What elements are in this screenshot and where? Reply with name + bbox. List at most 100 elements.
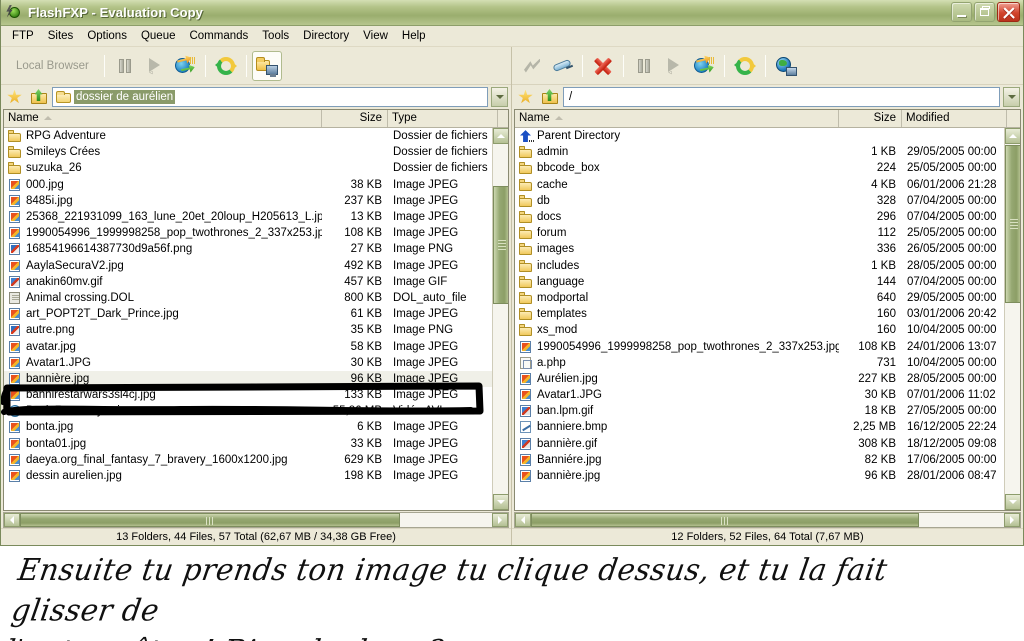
table-row[interactable]: 1990054996_1999998258_pop_twothrones_2_3… bbox=[4, 225, 508, 241]
local-horizontal-scrollbar[interactable] bbox=[3, 512, 509, 528]
close-button[interactable] bbox=[997, 2, 1020, 22]
scroll-down-button[interactable] bbox=[1005, 494, 1020, 510]
local-bookmark-button[interactable] bbox=[4, 87, 25, 107]
table-row[interactable]: images 336 26/05/2005 00:00 bbox=[515, 241, 1020, 257]
scroll-up-button[interactable] bbox=[1005, 128, 1020, 144]
table-row[interactable]: Parent Directory bbox=[515, 128, 1020, 144]
menu-help[interactable]: Help bbox=[395, 27, 433, 45]
table-row[interactable]: 000.jpg 38 KB Image JPEG bbox=[4, 177, 508, 193]
remote-transfer-button[interactable] bbox=[689, 51, 719, 81]
menu-view[interactable]: View bbox=[356, 27, 395, 45]
table-row[interactable]: 1990054996_1999998258_pop_twothrones_2_3… bbox=[515, 338, 1020, 354]
column-header-modified[interactable]: Modified bbox=[902, 110, 1007, 127]
scroll-thumb[interactable] bbox=[493, 186, 508, 304]
remote-connect-button[interactable] bbox=[517, 51, 547, 81]
scroll-down-button[interactable] bbox=[493, 494, 508, 510]
hscroll-thumb[interactable] bbox=[531, 513, 919, 527]
table-row[interactable]: templates 160 03/01/2006 20:42 bbox=[515, 306, 1020, 322]
remote-pause-button[interactable] bbox=[629, 51, 659, 81]
remote-resume-button[interactable]: ⏿ bbox=[659, 51, 689, 81]
table-row[interactable]: Banniére.jpg 82 KB 17/06/2005 00:00 bbox=[515, 452, 1020, 468]
table-row[interactable]: art_POPT2T_Dark_Prince.jpg 61 KB Image JPE… bbox=[4, 306, 508, 322]
menu-queue[interactable]: Queue bbox=[134, 27, 183, 45]
table-row[interactable]: RPG Adventure Dossier de fichiers bbox=[4, 128, 508, 144]
maximize-button[interactable] bbox=[974, 2, 995, 22]
hscroll-track[interactable] bbox=[20, 513, 492, 527]
local-pause-button[interactable] bbox=[110, 51, 140, 81]
local-file-list[interactable]: Name Size Type RPG Adventure Dossier de f… bbox=[3, 109, 509, 511]
title-bar[interactable]: FlashFXP - Evaluation Copy bbox=[1, 0, 1023, 26]
scroll-thumb[interactable] bbox=[1005, 145, 1020, 303]
table-row[interactable]: xs_mod 160 10/04/2005 00:00 bbox=[515, 322, 1020, 338]
menu-commands[interactable]: Commands bbox=[182, 27, 255, 45]
table-row[interactable]: Avatar1.JPG 30 KB 07/01/2006 11:02 bbox=[515, 387, 1020, 403]
local-browser-button[interactable] bbox=[251, 50, 282, 81]
table-row[interactable]: bannière.jpg 96 KB 28/01/2006 08:47 bbox=[515, 468, 1020, 484]
hscroll-thumb[interactable] bbox=[20, 513, 400, 527]
menu-sites[interactable]: Sites bbox=[41, 27, 81, 45]
table-row[interactable]: bonta.jpg 6 KB Image JPEG bbox=[4, 419, 508, 435]
local-refresh-button[interactable] bbox=[211, 51, 241, 81]
scroll-right-button[interactable] bbox=[1004, 513, 1020, 527]
local-resume-button[interactable]: ⏿ bbox=[140, 51, 170, 81]
table-row[interactable]: Smileys Crées Dossier de fichiers bbox=[4, 144, 508, 160]
hscroll-track[interactable] bbox=[531, 513, 1004, 527]
table-row[interactable]: dessin aurelien.jpg 198 KB Image JPEG bbox=[4, 468, 508, 484]
remote-browser-button[interactable] bbox=[771, 51, 801, 81]
minimize-button[interactable] bbox=[951, 2, 972, 22]
table-row[interactable]: anakin60mv.gif 457 KB Image GIF bbox=[4, 274, 508, 290]
table-row[interactable]: 25368_221931099_163_lune_20et_20loup_H20… bbox=[4, 209, 508, 225]
table-row[interactable]: bannière.jpg 96 KB Image JPEG bbox=[4, 370, 508, 387]
menu-ftp[interactable]: FTP bbox=[5, 27, 41, 45]
table-row[interactable]: suzuka_26 Dossier de fichiers bbox=[4, 160, 508, 176]
column-header-size[interactable]: Size bbox=[839, 110, 902, 127]
table-row[interactable]: modportal 640 29/05/2005 00:00 bbox=[515, 290, 1020, 306]
table-row[interactable]: docs 296 07/04/2005 00:00 bbox=[515, 209, 1020, 225]
remote-abort-button[interactable] bbox=[588, 51, 618, 81]
table-row[interactable]: admin 1 KB 29/05/2005 00:00 bbox=[515, 144, 1020, 160]
remote-horizontal-scrollbar[interactable] bbox=[514, 512, 1021, 528]
scroll-left-button[interactable] bbox=[4, 513, 20, 527]
table-row[interactable]: Animal crossing.DOL 800 KB DOL_auto_file bbox=[4, 290, 508, 306]
table-row[interactable]: bannirestarwars3sl4cj.jpg 133 KB Image JPE… bbox=[4, 387, 508, 403]
table-row[interactable]: avatar.jpg 58 KB Image JPEG bbox=[4, 338, 508, 354]
scroll-left-button[interactable] bbox=[515, 513, 531, 527]
local-up-button[interactable] bbox=[28, 87, 49, 107]
table-row[interactable]: ban.lpm.gif 18 KB 27/05/2005 00:00 bbox=[515, 403, 1020, 419]
table-row[interactable]: forum 112 25/05/2005 00:00 bbox=[515, 225, 1020, 241]
table-row[interactable]: cache 4 KB 06/01/2006 21:28 bbox=[515, 177, 1020, 193]
remote-refresh-button[interactable] bbox=[730, 51, 760, 81]
column-header-size[interactable]: Size bbox=[322, 110, 388, 127]
menu-directory[interactable]: Directory bbox=[296, 27, 356, 45]
remote-vertical-scrollbar[interactable] bbox=[1004, 128, 1020, 510]
local-path-input[interactable]: dossier de aurélien bbox=[52, 87, 488, 107]
remote-disconnect-button[interactable] bbox=[547, 51, 577, 81]
table-row[interactable]: 16854196614387730d9a56f.png 27 KB Image PN… bbox=[4, 241, 508, 257]
remote-path-input[interactable]: / bbox=[563, 87, 1000, 107]
table-row[interactable]: bannière.gif 308 KB 18/12/2005 09:08 bbox=[515, 436, 1020, 452]
table-row[interactable]: Beck Runaway.avi 55,86 MB Vidéo AVI bbox=[4, 403, 508, 419]
remote-bookmark-button[interactable] bbox=[515, 87, 536, 107]
table-row[interactable]: Aurélien.jpg 227 KB 28/05/2005 00:00 bbox=[515, 371, 1020, 387]
column-header-name[interactable]: Name bbox=[4, 110, 322, 127]
table-row[interactable]: includes 1 KB 28/05/2005 00:00 bbox=[515, 258, 1020, 274]
table-row[interactable]: db 328 07/04/2005 00:00 bbox=[515, 193, 1020, 209]
table-row[interactable]: language 144 07/04/2005 00:00 bbox=[515, 274, 1020, 290]
table-row[interactable]: AaylaSecuraV2.jpg 492 KB Image JPEG bbox=[4, 258, 508, 274]
menu-options[interactable]: Options bbox=[80, 27, 134, 45]
scroll-right-button[interactable] bbox=[492, 513, 508, 527]
table-row[interactable]: autre.png 35 KB Image PNG bbox=[4, 322, 508, 338]
local-path-dropdown[interactable] bbox=[491, 87, 508, 107]
table-row[interactable]: daeya.org_final_fantasy_7_bravery_1600x1… bbox=[4, 452, 508, 468]
table-row[interactable]: bbcode_box 224 25/05/2005 00:00 bbox=[515, 160, 1020, 176]
scroll-up-button[interactable] bbox=[493, 128, 508, 144]
table-row[interactable]: bonta01.jpg 33 KB Image JPEG bbox=[4, 436, 508, 452]
remote-up-button[interactable] bbox=[539, 87, 560, 107]
menu-tools[interactable]: Tools bbox=[255, 27, 296, 45]
remote-file-list[interactable]: Name Size Modified Parent Directory admin… bbox=[514, 109, 1021, 511]
column-header-type[interactable]: Type bbox=[388, 110, 498, 127]
column-header-name[interactable]: Name bbox=[515, 110, 839, 127]
table-row[interactable]: 8485i.jpg 237 KB Image JPEG bbox=[4, 193, 508, 209]
table-row[interactable]: Avatar1.JPG 30 KB Image JPEG bbox=[4, 355, 508, 371]
remote-path-dropdown[interactable] bbox=[1003, 87, 1020, 107]
